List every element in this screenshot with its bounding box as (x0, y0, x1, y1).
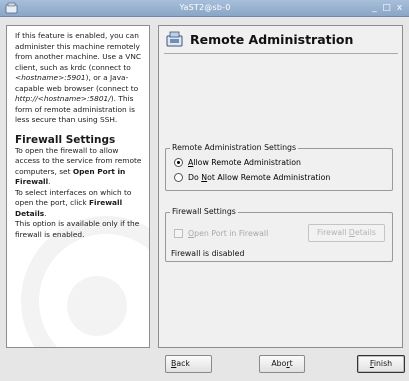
help-paragraph-interfaces: To select interfaces on which to open th… (15, 187, 132, 218)
back-button[interactable]: Back (165, 355, 212, 373)
remote-admin-icon (166, 31, 183, 47)
minimize-button[interactable]: _ (369, 2, 380, 14)
remote-admin-settings-legend: Remote Administration Settings (170, 143, 299, 152)
help-panel[interactable]: If this feature is enabled, you can admi… (6, 25, 150, 348)
help-paragraph-vnc: If this feature is enabled, you can admi… (15, 31, 142, 124)
firewall-settings-legend: Firewall Settings (170, 207, 238, 216)
radio-unselected-indicator[interactable] (174, 173, 183, 182)
yast-app-icon (5, 2, 18, 14)
deny-remote-admin-label: Do Not Allow Remote Administration (188, 173, 331, 182)
page-title: Remote Administration (190, 32, 354, 47)
checkbox-box[interactable] (174, 229, 183, 238)
firewall-details-button[interactable]: Firewall Details (308, 224, 385, 242)
open-port-checkbox[interactable]: Open Port in Firewall (174, 229, 268, 238)
window-title: YaST2@sb-0 (179, 3, 231, 12)
window-titlebar: YaST2@sb-0 _ □ x (0, 0, 409, 17)
finish-button[interactable]: Finish (357, 355, 405, 373)
allow-remote-admin-radio[interactable]: Allow Remote Administration (174, 158, 301, 167)
watermark-logo-center (67, 276, 127, 336)
maximize-button[interactable]: □ (381, 2, 392, 14)
remote-admin-settings-group: Remote Administration Settings Allow Rem… (165, 143, 393, 191)
help-heading-firewall: Firewall Settings (15, 133, 116, 146)
firewall-status-text: Firewall is disabled (171, 249, 245, 258)
radio-selected-indicator[interactable] (174, 158, 183, 167)
allow-remote-admin-label: Allow Remote Administration (188, 158, 301, 167)
abort-button[interactable]: Abort (259, 355, 305, 373)
close-button[interactable]: x (394, 2, 405, 14)
help-paragraph-open-port: To open the firewall to allow access to … (15, 145, 142, 187)
open-port-label: Open Port in Firewall (188, 229, 269, 238)
main-panel: Remote Administration Remote Administrat… (158, 25, 403, 348)
firewall-settings-group: Firewall Settings Open Port in Firewall … (165, 207, 393, 262)
header-divider (164, 53, 398, 54)
deny-remote-admin-radio[interactable]: Do Not Allow Remote Administration (174, 173, 330, 182)
help-paragraph-availability: This option is available only if the fir… (15, 219, 140, 239)
